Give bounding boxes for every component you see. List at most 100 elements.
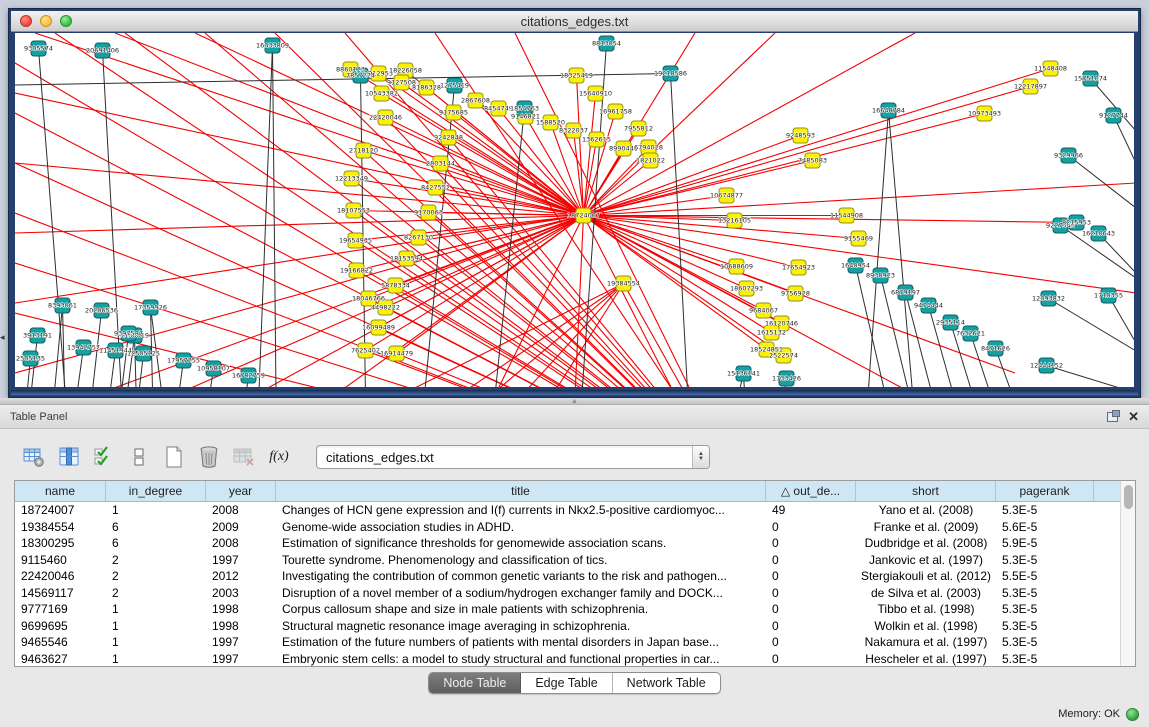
table-cell: 9465546: [15, 634, 106, 651]
network-node-label: 8186328: [412, 84, 441, 92]
network-node-label: 2803144: [426, 160, 455, 168]
node-table: namein_degreeyeartitle△ out_de...shortpa…: [14, 480, 1136, 667]
network-canvas[interactable]: 1872400788601238912955182260589127508818…: [15, 33, 1134, 387]
network-node-label: 5878334: [381, 282, 410, 290]
rows-icon[interactable]: [127, 445, 151, 469]
close-panel-icon[interactable]: ✕: [1128, 410, 1139, 423]
table-vertical-scrollbar[interactable]: [1120, 481, 1135, 666]
column-header-short[interactable]: short: [856, 481, 996, 501]
column-header-name[interactable]: name: [15, 481, 106, 501]
network-node-label: 12444152: [1030, 362, 1063, 370]
table-row[interactable]: 1872400712008Changes of HCN gene express…: [15, 502, 1135, 519]
table-row[interactable]: 946554611997Estimation of the future num…: [15, 634, 1135, 651]
network-node-label: 1733426: [772, 375, 801, 383]
table-body: 1872400712008Changes of HCN gene express…: [15, 502, 1135, 667]
table-cell: 1: [106, 618, 206, 635]
column-header-title[interactable]: title: [276, 481, 766, 501]
network-edge: [584, 216, 737, 267]
table-cell: 14569117: [15, 585, 106, 602]
table-row[interactable]: 911546021997Tourette syndrome. Phenomeno…: [15, 552, 1135, 569]
network-view-window[interactable]: citations_edges.txt 18724007886012389129…: [8, 8, 1141, 398]
network-edge: [584, 183, 1135, 216]
table-cell: Genome-wide association studies in ADHD.: [276, 519, 766, 536]
network-edge: [15, 163, 584, 216]
network-node-label: 2718120: [349, 147, 378, 155]
delete-table-icon[interactable]: [197, 445, 221, 469]
select-rows-check-icon[interactable]: [92, 445, 116, 469]
table-row[interactable]: 1830029562008Estimation of significance …: [15, 535, 1135, 552]
network-node-label: 9684067: [749, 307, 778, 315]
network-node-label: 9170063: [414, 209, 443, 217]
network-node-label: 1362615: [582, 136, 611, 144]
network-node-label: 1854763: [510, 105, 539, 113]
column-header-in_degree[interactable]: in_degree: [106, 481, 206, 501]
network-window-title: citations_edges.txt: [11, 14, 1138, 29]
table-selector-dropdown[interactable]: citations_edges.txt ▲▼: [316, 445, 710, 469]
network-node-label: 19218586: [654, 70, 687, 78]
network-edge: [419, 238, 742, 388]
network-node-label: 15136141: [727, 370, 760, 378]
table-cell: 2: [106, 552, 206, 569]
table-cell: 9699695: [15, 618, 106, 635]
tab-node-table[interactable]: Node Table: [429, 673, 521, 693]
table-cell: 1997: [206, 552, 276, 569]
float-panel-icon[interactable]: [1107, 412, 1118, 422]
table-row[interactable]: 1938455462009Genome-wide association stu…: [15, 519, 1135, 536]
function-icon[interactable]: f(x): [267, 445, 291, 469]
splitpane-collapse-arrow[interactable]: ◂: [0, 332, 5, 343]
tab-edge-table[interactable]: Edge Table: [521, 673, 612, 693]
window-bottom-border: [11, 390, 1138, 395]
table-cell: 5.3E-5: [996, 585, 1094, 602]
network-node-label: 7955812: [624, 125, 653, 133]
network-node-label: 16210643: [1082, 230, 1115, 238]
network-node-label: 13942757: [67, 344, 100, 352]
table-cell: Yano et al. (2008): [856, 502, 996, 519]
table-row[interactable]: 2242004622012Investigating the contribut…: [15, 568, 1135, 585]
network-node-label: 12093832: [1032, 295, 1065, 303]
network-node-label: 10543382: [365, 90, 398, 98]
network-node-label: 9329966: [1054, 152, 1083, 160]
network-node-label: 2522574: [769, 352, 798, 360]
memory-status-indicator[interactable]: [1126, 708, 1139, 721]
network-node-label: 17359926: [134, 304, 167, 312]
table-cell: 5.9E-5: [996, 535, 1094, 552]
panel-divider[interactable]: ▲: [0, 398, 1149, 405]
network-edge: [407, 216, 584, 259]
table-row[interactable]: 977716911998Corpus callosum shape and si…: [15, 601, 1135, 618]
scrollbar-thumb[interactable]: [1124, 485, 1133, 509]
column-header-out_de[interactable]: △ out_de...: [766, 481, 856, 501]
table-cell: 49: [766, 502, 856, 519]
dropdown-stepper-icon[interactable]: ▲▼: [692, 446, 709, 468]
table-cell: 2009: [206, 519, 276, 536]
table-cell: Embryonic stem cells: a model to study s…: [276, 651, 766, 668]
network-node-label: 1640954: [841, 262, 870, 270]
table-cell: de Silva et al. (2003): [856, 585, 996, 602]
table-cell: 0: [766, 568, 856, 585]
network-node-label: 18107553: [337, 207, 370, 215]
select-column-icon[interactable]: [57, 445, 81, 469]
network-node-label: 16961758: [599, 108, 632, 116]
table-panel-header: Table Panel ✕: [0, 405, 1149, 429]
network-node-label: 10973493: [968, 110, 1001, 118]
column-header-pagerank[interactable]: pagerank: [996, 481, 1094, 501]
table-cell: 0: [766, 601, 856, 618]
table-cell: 2008: [206, 535, 276, 552]
network-node-label: 15751074: [1074, 75, 1107, 83]
table-row[interactable]: 946362711997Embryonic stem cells: a mode…: [15, 651, 1135, 668]
table-cell: 2012: [206, 568, 276, 585]
table-cell: 1997: [206, 651, 276, 668]
network-node-label: 20206536: [85, 307, 118, 315]
network-node-label: 9305574: [24, 45, 53, 53]
tab-network-table[interactable]: Network Table: [613, 673, 720, 693]
table-cell: 0: [766, 552, 856, 569]
table-cell: 0: [766, 535, 856, 552]
column-header-year[interactable]: year: [206, 481, 276, 501]
new-table-icon[interactable]: [162, 445, 186, 469]
table-settings-icon[interactable]: [22, 445, 46, 469]
divider-grip-icon[interactable]: ▲: [571, 399, 581, 404]
table-row[interactable]: 969969511998Structural magnetic resonanc…: [15, 618, 1135, 635]
delete-column-disabled-icon: [232, 445, 256, 469]
table-row[interactable]: 1456911722003Disruption of a novel membe…: [15, 585, 1135, 602]
network-window-titlebar[interactable]: citations_edges.txt: [11, 11, 1138, 32]
network-node-label: 20691406: [86, 47, 119, 55]
